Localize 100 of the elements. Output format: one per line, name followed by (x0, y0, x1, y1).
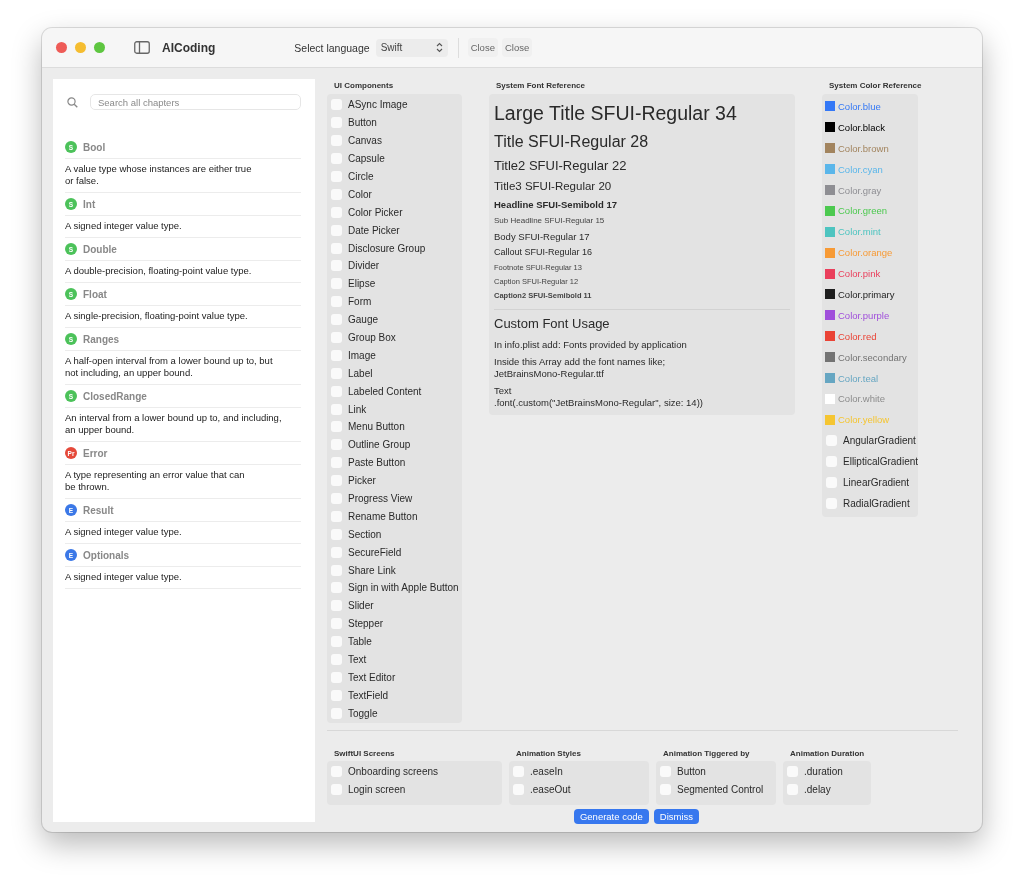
font-sample: Body SFUI-Regular 17 (494, 230, 591, 244)
checkbox-label: Button (677, 765, 706, 777)
chapter-title[interactable]: Error (83, 447, 108, 459)
checkbox-label: Share Link (348, 564, 396, 576)
checkbox-label: Text Editor (348, 671, 396, 683)
checkbox-label: Stepper (348, 618, 384, 630)
checkbox-label: Form (348, 296, 372, 308)
chapter-description: A double-precision, floating-point value type. (65, 264, 253, 278)
color-name: Color.yellow (838, 414, 890, 426)
checkbox-label: Rename Button (348, 510, 418, 522)
checkbox-label: Date Picker (348, 224, 400, 236)
checkbox-label: Menu Button (348, 421, 405, 433)
checkbox-label: LinearGradient (843, 476, 910, 488)
color-name: Color.teal (838, 372, 879, 384)
checkbox-label: Button (348, 117, 377, 129)
dismiss-button[interactable]: Dismiss (653, 809, 700, 825)
checkbox-label: Sign in with Apple Button (348, 582, 459, 594)
chapter-title[interactable]: Bool (83, 141, 106, 153)
chapter-description: A signed integer value type. (65, 570, 183, 584)
chapter-description: A type representing an error value that can be thrown. (65, 468, 246, 494)
checkbox-label: .easeIn (530, 765, 563, 777)
checkbox-label: .delay (804, 783, 831, 795)
checkbox-label: Gauge (348, 314, 379, 326)
section-title: System Font Reference (496, 81, 586, 90)
checkbox-label: Divider (348, 260, 380, 272)
checkbox-label: Login screen (348, 783, 406, 795)
close-window-button[interactable] (56, 42, 67, 53)
chapter-title[interactable]: Result (83, 504, 114, 516)
chevron-up-down-icon (435, 42, 443, 53)
font-sample: Sub Headline SFUI-Regular 15 (494, 215, 606, 227)
custom-font-instruction: Text .font(.custom("JetBrainsMono-Regular", size: 14)) (494, 385, 704, 409)
chapter-description: A half-open interval from a lower bound up to, but not including, an upper bound. (65, 354, 274, 380)
window-title: AICoding (162, 40, 216, 55)
chapter-description: An interval from a lower bound up to, and including, an upper bound. (65, 411, 283, 437)
color-name: Color.gray (838, 184, 882, 196)
color-name: Color.purple (838, 309, 890, 321)
chapter-title[interactable]: Optionals (83, 549, 130, 561)
chapter-description: A value type whose instances are either true or false. (65, 162, 253, 188)
checkbox-label: Toggle (348, 707, 378, 719)
zoom-window-button[interactable] (94, 42, 105, 53)
custom-font-title: Custom Font Usage (494, 315, 611, 333)
checkbox-label: Canvas (348, 135, 382, 147)
color-name: Color.mint (838, 226, 881, 238)
checkbox-label: Outline Group (348, 439, 411, 451)
color-name: Color.blue (838, 100, 881, 112)
color-name: Color.white (838, 393, 885, 405)
section-title: Animation Tiggered by (663, 749, 751, 759)
chapter-title[interactable]: Double (83, 243, 117, 255)
chapter-description: A single-precision, floating-point value type. (65, 309, 249, 323)
checkbox-label: Image (348, 349, 376, 361)
custom-font-instruction: Inside this Array add the font names like; JetBrainsMono-Regular.ttf (494, 356, 667, 380)
font-sample: Title3 SFUI-Regular 20 (494, 179, 613, 194)
search-icon (67, 96, 78, 108)
font-sample: Callout SFUI-Regular 16 (494, 246, 594, 259)
close-button[interactable]: Close (467, 38, 498, 57)
section-title: System Color Reference (829, 81, 922, 90)
checkbox-label: AngularGradient (843, 435, 916, 447)
section-title: SwiftUI Screens (334, 749, 396, 759)
checkbox-label: .easeOut (530, 783, 571, 795)
sidebar-toggle-icon[interactable] (134, 41, 150, 54)
color-name: Color.orange (838, 247, 893, 259)
chapter-title[interactable]: Int (83, 198, 96, 210)
color-name: Color.green (838, 205, 888, 217)
checkbox-label: Text (348, 654, 367, 666)
checkbox-label: Picker (348, 475, 376, 487)
search-field[interactable]: Search all chapters (90, 94, 301, 110)
font-sample: Title SFUI-Regular 28 (494, 132, 650, 152)
language-select[interactable]: Swift (375, 38, 448, 57)
section-title: Animation Duration (790, 749, 866, 759)
checkbox-label: Elipse (348, 278, 376, 290)
checkbox-label: Circle (348, 171, 374, 182)
checkbox-label: Paste Button (348, 457, 406, 469)
checkbox-label: Color Picker (348, 206, 403, 218)
font-sample: Title2 SFUI-Regular 22 (494, 157, 628, 175)
chapter-title[interactable]: Ranges (83, 333, 120, 345)
checkbox-label: Labeled Content (348, 385, 422, 397)
checkbox-label: Slider (348, 600, 374, 612)
chapter-description: A signed integer value type. (65, 525, 183, 539)
checkbox-label: Disclosure Group (348, 242, 426, 254)
checkbox-label: Label (348, 367, 373, 379)
chapter-title[interactable]: Float (83, 288, 107, 300)
checkbox-label: Link (348, 403, 367, 415)
checkbox-label: Group Box (348, 332, 396, 343)
checkbox-label: Segmented Control (677, 783, 764, 795)
close-button[interactable]: Close (501, 38, 533, 57)
generate-code-button[interactable]: Generate code (573, 809, 649, 825)
section-title: UI Components (334, 81, 395, 90)
color-name: Color.pink (838, 268, 881, 280)
checkbox-label: Section (348, 528, 382, 540)
chapter-title[interactable]: ClosedRange (83, 390, 147, 402)
color-name: Color.secondary (838, 351, 907, 363)
color-name: Color.black (838, 121, 885, 133)
minimize-window-button[interactable] (75, 42, 86, 53)
color-name: Color.cyan (838, 163, 883, 175)
checkbox-label: Capsule (348, 153, 385, 165)
checkbox-label: RadialGradient (843, 497, 910, 509)
checkbox-label: SecureField (348, 546, 402, 558)
custom-font-instruction: In info.plist add: Fonts provided by application (494, 339, 688, 351)
color-name: Color.brown (838, 142, 889, 154)
checkbox-label: .duration (804, 765, 843, 777)
